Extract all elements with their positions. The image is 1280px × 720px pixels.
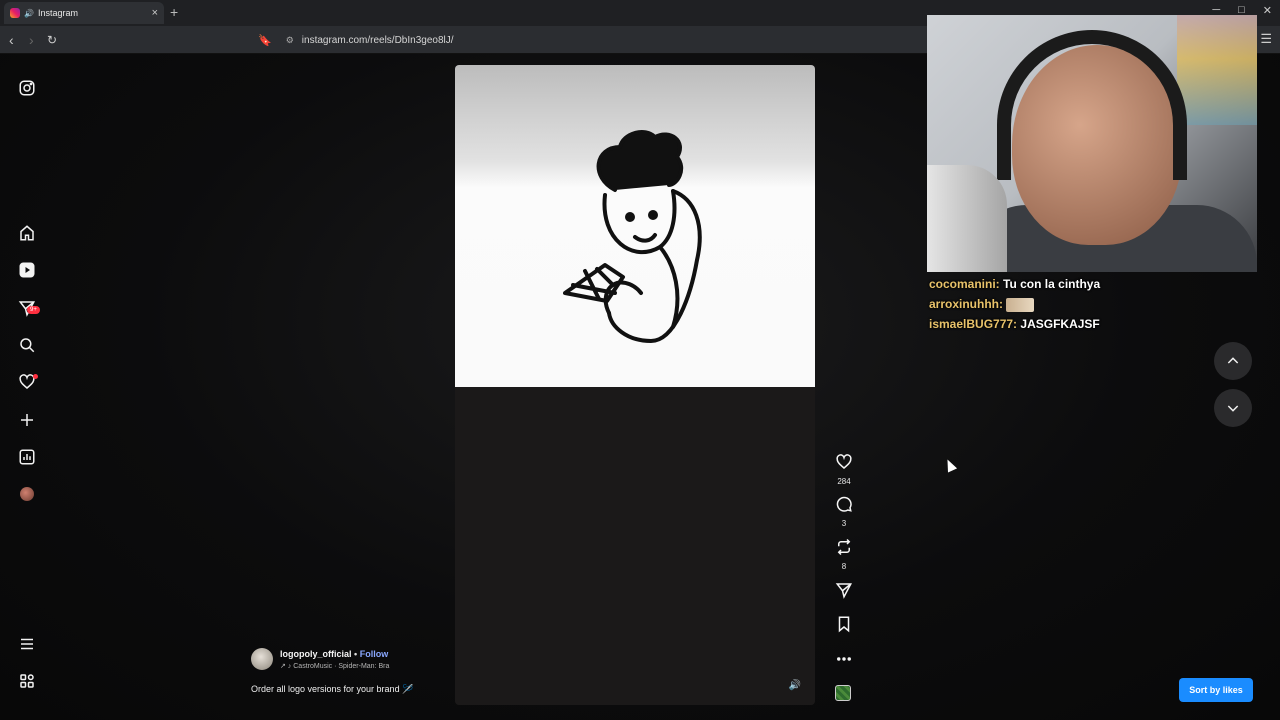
- dashboard-icon[interactable]: [17, 447, 37, 467]
- chat-username: ismaelBUG777:: [929, 317, 1018, 331]
- like-count: 284: [837, 477, 851, 486]
- back-icon[interactable]: ‹: [9, 32, 14, 48]
- bookmark-icon[interactable]: [835, 615, 853, 633]
- reels-icon[interactable]: [17, 260, 37, 280]
- chat-message: cocomanini: Tu con la cinthya: [929, 274, 1269, 294]
- share-icon[interactable]: [835, 581, 853, 599]
- chat-text: Tu con la cinthya: [1003, 277, 1101, 291]
- repost-count: 8: [841, 562, 847, 571]
- headphones: [997, 30, 1187, 180]
- separator-dot: •: [354, 649, 358, 659]
- site-info-icon[interactable]: ⚙: [286, 35, 294, 46]
- chevron-up-icon: [1227, 357, 1239, 364]
- url-field[interactable]: 🔖 ⚙ instagram.com/reels/DbIn3geo8lJ/: [258, 31, 928, 49]
- chevron-down-icon: [1227, 405, 1239, 412]
- repost-action[interactable]: 8: [832, 538, 856, 571]
- microphone: [927, 165, 1007, 272]
- chat-text: JASGFKAJSF: [1020, 317, 1100, 331]
- webcam-overlay: [927, 15, 1257, 272]
- save-action[interactable]: [832, 615, 856, 638]
- chat-message: ismaelBUG777: JASGFKAJSF: [929, 314, 1269, 334]
- chat-username: cocomanini:: [929, 277, 1000, 291]
- bookmark-icon[interactable]: 🔖: [258, 34, 272, 47]
- notification-dot: [33, 374, 38, 379]
- repost-icon[interactable]: [835, 538, 853, 556]
- wall-art: [1177, 15, 1257, 125]
- search-icon[interactable]: [17, 335, 37, 355]
- create-icon[interactable]: [17, 410, 37, 430]
- tab-title: Instagram: [37, 8, 78, 18]
- new-tab-button[interactable]: +: [170, 4, 178, 20]
- heart-icon[interactable]: [835, 453, 853, 471]
- more-options-action[interactable]: [832, 650, 856, 673]
- author-name[interactable]: logopoly_official: [280, 649, 352, 659]
- ellipsis-icon[interactable]: [835, 650, 853, 668]
- comment-icon[interactable]: [835, 495, 853, 513]
- music-info[interactable]: ↗ ♪ CastroMusic · Spider-Man: Bra: [280, 662, 389, 670]
- sidebar: 9+: [0, 54, 54, 720]
- instagram-favicon-icon: [10, 8, 20, 18]
- reel-caption: Order all logo versions for your brand 🪡: [251, 684, 414, 694]
- screen: 🔊 Instagram × + ─ □ ✕ ‹ › ↻ 🔖 ⚙ instagra…: [0, 0, 1280, 720]
- sort-by-likes-button[interactable]: Sort by likes: [1179, 678, 1253, 702]
- audio-thumbnail[interactable]: [835, 685, 851, 701]
- like-action[interactable]: 284: [832, 453, 856, 486]
- volume-icon[interactable]: 🔊: [789, 680, 801, 691]
- reel-player[interactable]: 🔊: [455, 65, 815, 705]
- author-line: logopoly_official • Follow: [280, 649, 388, 659]
- logo-illustration: [563, 130, 702, 343]
- url-text: instagram.com/reels/DbIn3geo8lJ/: [301, 34, 454, 46]
- author-avatar[interactable]: [251, 648, 273, 670]
- chat-emote: [1006, 297, 1035, 312]
- forward-icon[interactable]: ›: [29, 32, 34, 48]
- next-reel-button[interactable]: [1214, 389, 1252, 427]
- comment-count: 3: [841, 519, 847, 528]
- chat-message: arroxinuhhh:: [929, 294, 1269, 314]
- comment-action[interactable]: 3: [832, 495, 856, 528]
- follow-button[interactable]: Follow: [360, 649, 389, 659]
- share-action[interactable]: [832, 581, 856, 604]
- stream-chat: cocomanini: Tu con la cinthya arroxinuhh…: [929, 274, 1269, 334]
- mouse-cursor: [942, 457, 958, 473]
- notification-badge: 9+: [27, 306, 40, 314]
- more-icon[interactable]: [17, 671, 37, 691]
- reload-icon[interactable]: ↻: [47, 33, 57, 47]
- instagram-icon[interactable]: [17, 78, 37, 98]
- previous-reel-button[interactable]: [1214, 342, 1252, 380]
- reel-actions: 284 3 8: [832, 54, 856, 720]
- tab-close-button[interactable]: ×: [152, 7, 158, 19]
- menu-icon[interactable]: [17, 634, 37, 654]
- close-window-button[interactable]: ✕: [1263, 4, 1272, 17]
- home-icon[interactable]: [17, 223, 37, 243]
- reel-author-block: logopoly_official • Follow ↗ ♪ CastroMus…: [251, 648, 451, 708]
- reel-lower-area: [455, 387, 815, 705]
- reel-video-frame: [455, 65, 815, 387]
- speaker-icon: 🔊: [24, 8, 34, 18]
- browser-tab[interactable]: 🔊 Instagram ×: [4, 2, 164, 24]
- profile-avatar[interactable]: [20, 487, 34, 501]
- chat-username: arroxinuhhh:: [929, 297, 1003, 311]
- browser-menu-icon[interactable]: ☰: [1260, 31, 1272, 47]
